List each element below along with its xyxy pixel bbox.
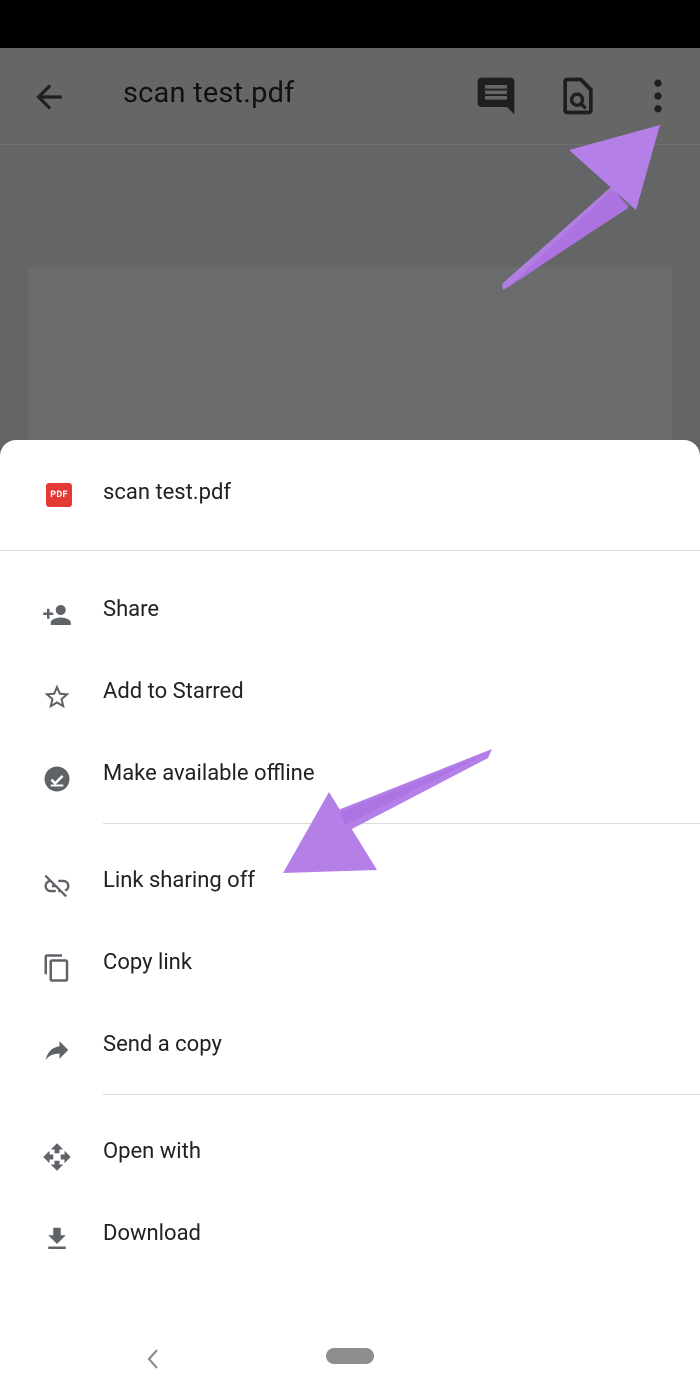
comment-icon[interactable] (474, 74, 518, 118)
menu-item-make-available-offline[interactable]: Make available offline (0, 737, 700, 819)
copy-icon (44, 954, 69, 982)
menu-label: Add to Starred (103, 679, 244, 704)
back-arrow-icon[interactable] (30, 78, 68, 116)
menu-label: Link sharing off (103, 868, 256, 893)
menu-label: Download (103, 1221, 201, 1246)
status-bar (0, 0, 700, 48)
nav-home-pill[interactable] (326, 1348, 374, 1364)
nav-back-icon[interactable] (143, 1344, 163, 1374)
menu-item-share[interactable]: Share (0, 573, 700, 655)
menu-item-link-sharing-off[interactable]: Link sharing off (0, 844, 700, 926)
menu-label: Share (103, 597, 160, 622)
download-icon (48, 1227, 66, 1249)
sheet-header: PDF scan test.pdf (0, 440, 700, 551)
link-off-icon (44, 874, 70, 898)
bottom-sheet-menu: PDF scan test.pdf Share Add to Starred M… (0, 440, 700, 1399)
more-vert-icon[interactable] (636, 74, 680, 118)
star-outline-icon (44, 684, 70, 709)
open-with-icon (43, 1143, 71, 1171)
find-in-page-icon[interactable] (556, 74, 600, 118)
menu-item-download[interactable]: Download (0, 1197, 700, 1279)
page-title: scan test.pdf (123, 76, 295, 110)
menu-item-copy-link[interactable]: Copy link (0, 926, 700, 1008)
app-bar: scan test.pdf (0, 48, 700, 145)
system-nav-bar (0, 1320, 700, 1399)
menu-label: Open with (103, 1139, 201, 1164)
document-page (28, 267, 672, 467)
file-title: scan test.pdf (103, 480, 232, 505)
menu-item-add-to-starred[interactable]: Add to Starred (0, 655, 700, 737)
document-viewer (0, 145, 700, 467)
offline-check-icon (44, 766, 70, 792)
menu-item-send-a-copy[interactable]: Send a copy (0, 1008, 700, 1090)
pdf-file-icon: PDF (46, 483, 72, 507)
menu-label: Send a copy (103, 1032, 222, 1057)
share-arrow-icon (45, 1041, 69, 1060)
person-add-icon (43, 605, 71, 625)
menu-item-open-with[interactable]: Open with (0, 1115, 700, 1197)
menu-label: Make available offline (103, 761, 315, 786)
menu-label: Copy link (103, 950, 192, 975)
